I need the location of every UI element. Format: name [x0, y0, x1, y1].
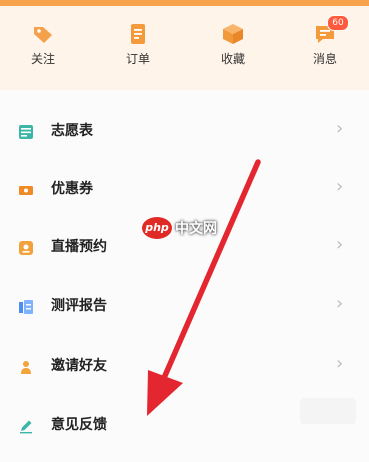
chevron-right-icon: ›: [336, 353, 344, 374]
quick-follow[interactable]: 关注: [7, 22, 79, 78]
message-icon: 60: [313, 15, 349, 46]
chevron-right-icon: ›: [336, 234, 344, 255]
pencil-icon: [18, 418, 34, 434]
menu-item-label: 意见反馈: [51, 417, 107, 433]
table-icon: [18, 124, 34, 140]
box-icon: [221, 22, 245, 46]
chevron-right-icon: ›: [336, 176, 344, 197]
watermark-text: 中文网: [175, 221, 217, 237]
watermark: php 中文网: [142, 217, 217, 243]
watermark-logo: php: [142, 217, 172, 239]
menu-item-label: 优惠券: [51, 181, 93, 197]
live-icon: [18, 240, 34, 256]
menu-item-label: 志愿表: [51, 123, 93, 139]
menu-item-volunteer-table[interactable]: 志愿表 ›: [0, 102, 369, 160]
menu-item-assessment-report[interactable]: 测评报告 ›: [0, 277, 369, 335]
tag-icon: [31, 22, 55, 46]
order-icon: [126, 22, 150, 46]
quick-orders-label: 订单: [125, 52, 150, 66]
quick-follow-label: 关注: [30, 52, 55, 66]
menu-item-coupons[interactable]: 优惠券 ›: [0, 160, 369, 218]
chevron-right-icon: ›: [336, 293, 344, 314]
menu-item-label: 直播预约: [51, 239, 107, 255]
faded-button: [300, 398, 356, 424]
person-icon: [18, 359, 34, 375]
coupon-icon: [18, 182, 34, 198]
report-icon: [18, 299, 34, 315]
quick-orders[interactable]: 订单: [102, 22, 174, 78]
chevron-right-icon: ›: [336, 118, 344, 139]
quick-favorites-label: 收藏: [220, 52, 245, 66]
menu-item-label: 测评报告: [51, 298, 107, 314]
quick-messages[interactable]: 60 消息: [289, 15, 361, 78]
quick-messages-label: 消息: [312, 52, 337, 66]
menu-item-invite-friends[interactable]: 邀请好友 ›: [0, 337, 369, 395]
message-badge: 60: [327, 15, 349, 31]
menu-item-label: 邀请好友: [51, 358, 107, 374]
quick-favorites[interactable]: 收藏: [197, 22, 269, 78]
